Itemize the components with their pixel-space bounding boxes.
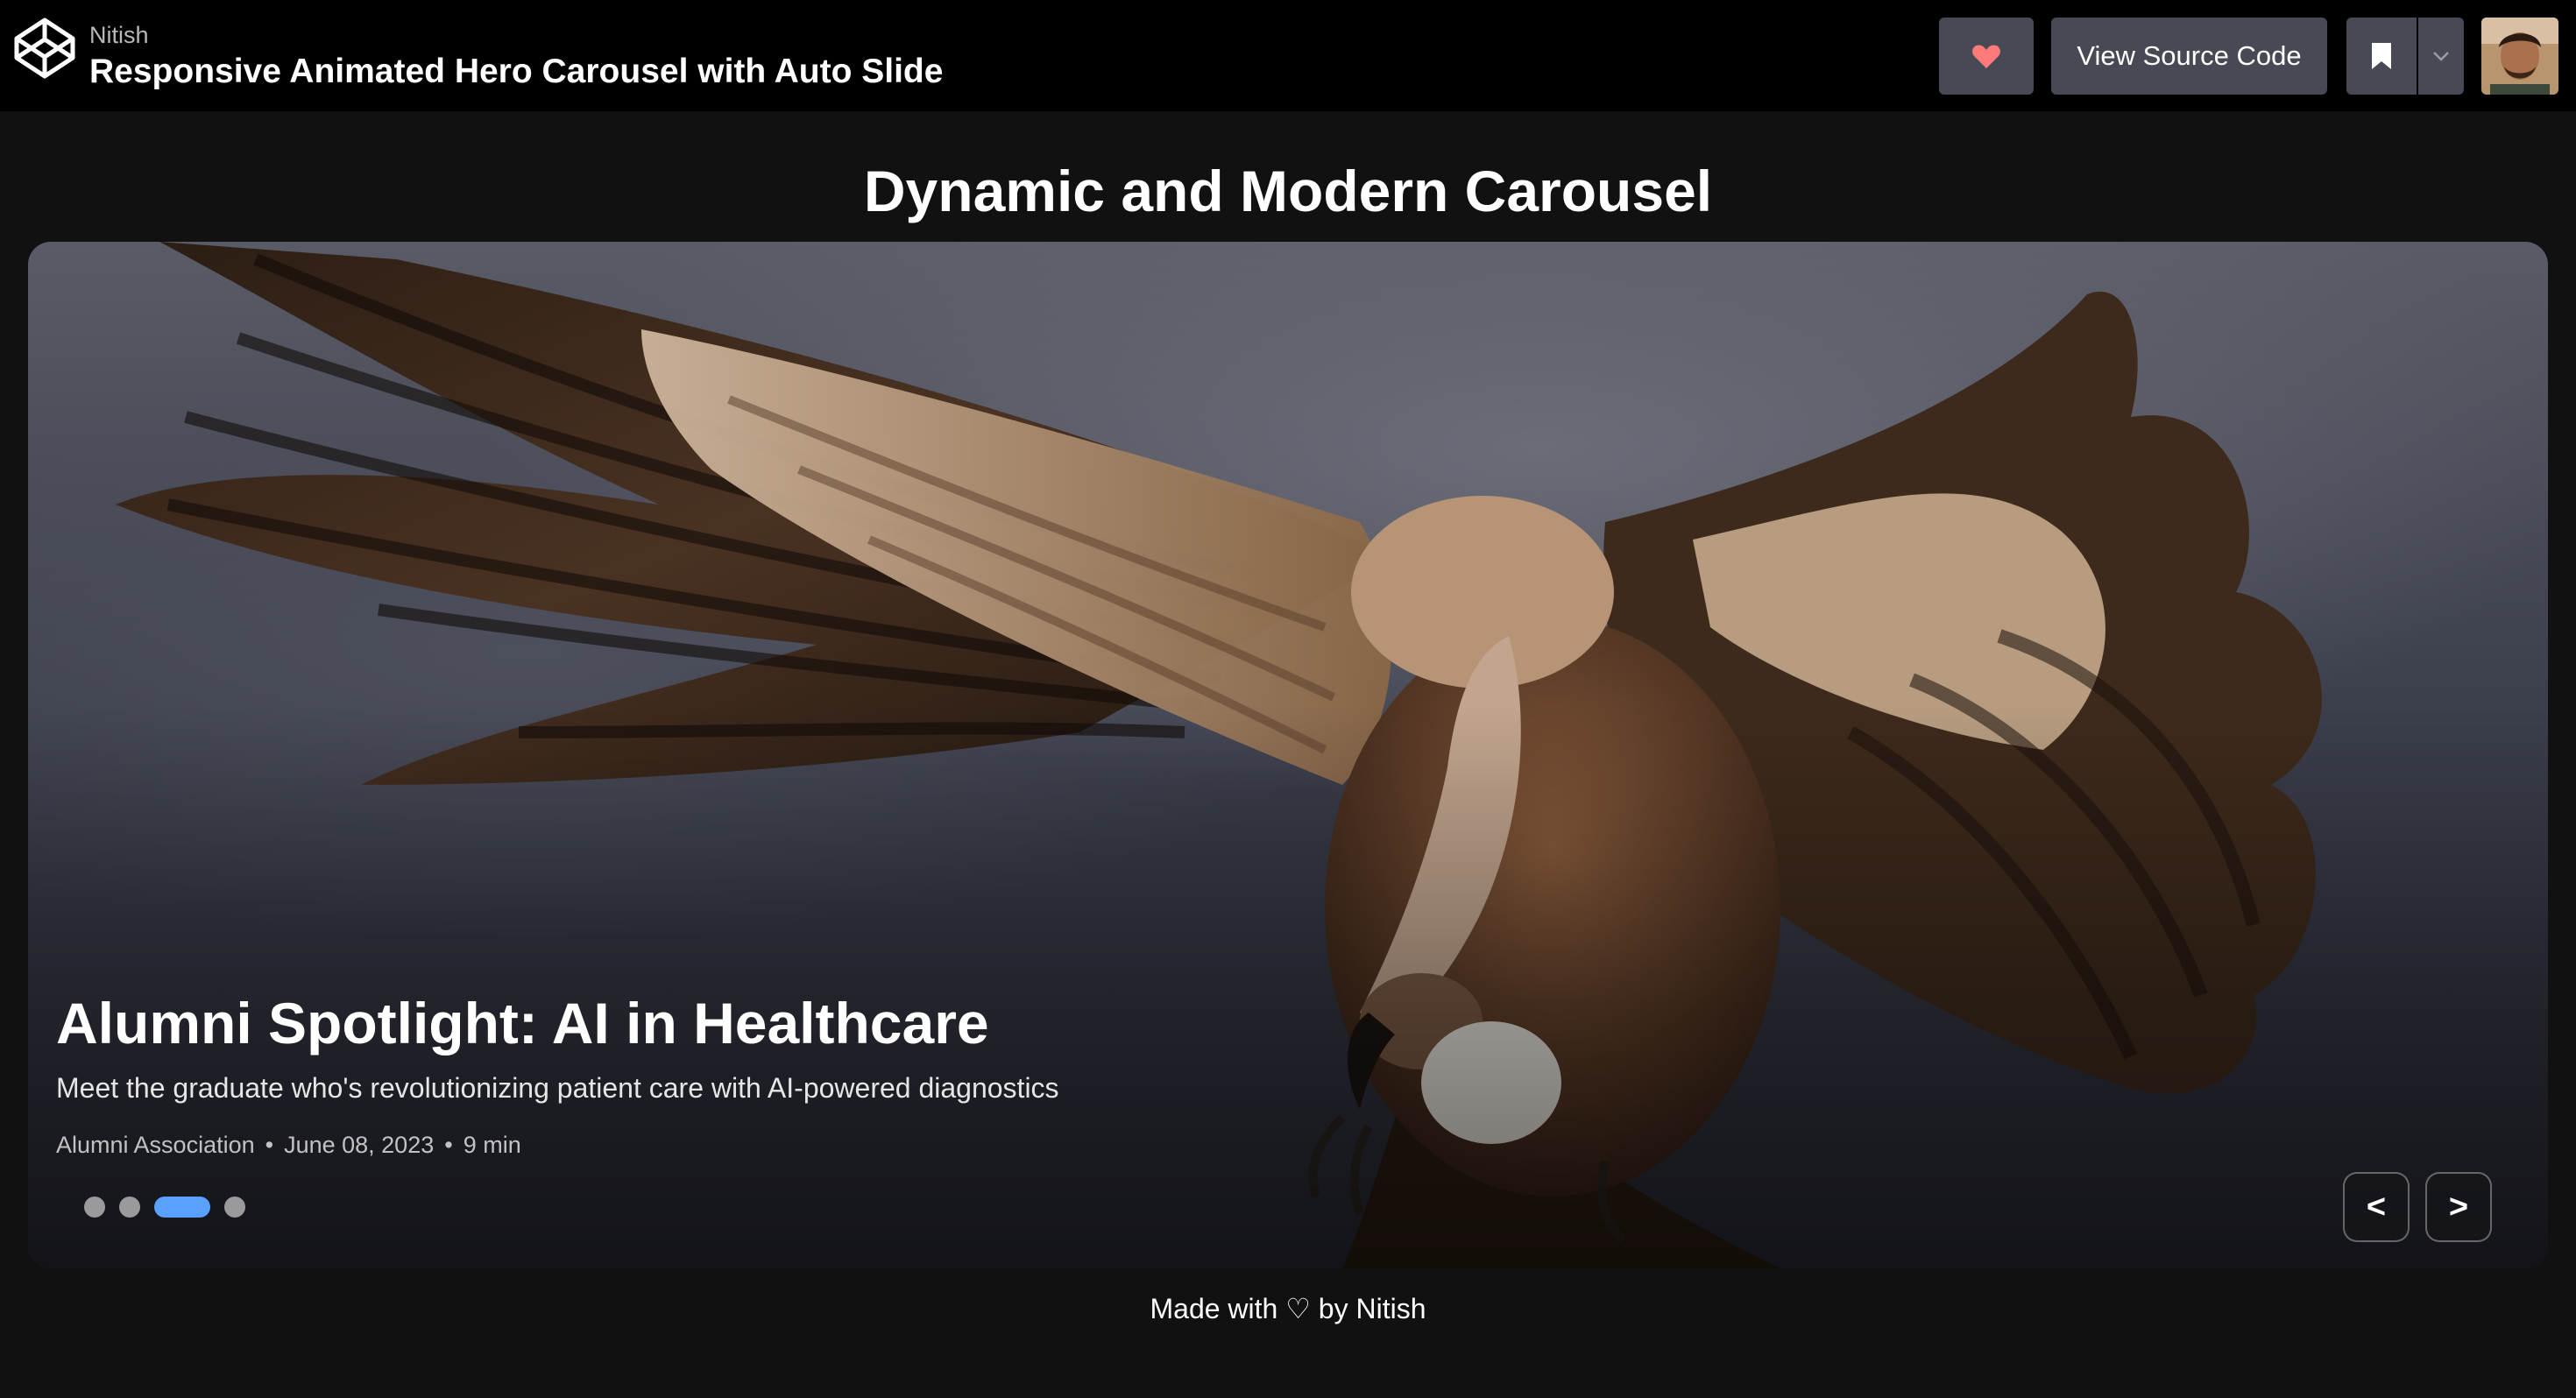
carousel-dot-2[interactable] bbox=[119, 1197, 140, 1218]
carousel-dot-3[interactable] bbox=[154, 1197, 210, 1218]
pen-title-block: Nitish Responsive Animated Hero Carousel… bbox=[89, 21, 943, 93]
slide-date: June 08, 2023 bbox=[284, 1132, 435, 1158]
user-avatar[interactable] bbox=[2481, 18, 2558, 95]
bookmark-button[interactable] bbox=[2346, 18, 2417, 95]
meta-separator: • bbox=[265, 1132, 274, 1158]
slide-source: Alumni Association bbox=[56, 1132, 255, 1158]
slide-meta: Alumni Association • June 08, 2023 • 9 m… bbox=[56, 1130, 521, 1160]
hero-carousel bbox=[28, 242, 2548, 1268]
codepen-logo-icon[interactable] bbox=[12, 16, 77, 81]
heart-icon bbox=[1972, 45, 2000, 68]
carousel-prev-button[interactable]: < bbox=[2343, 1172, 2410, 1242]
pen-title: Responsive Animated Hero Carousel with A… bbox=[89, 53, 944, 90]
footer-credit: Made with ♡ by Nitish bbox=[1150, 1293, 1426, 1324]
carousel-indicators bbox=[84, 1197, 245, 1218]
bookmark-icon bbox=[2372, 43, 2391, 69]
slide-overlay bbox=[28, 242, 2548, 1268]
slide-subtitle: Meet the graduate who's revolutionizing … bbox=[56, 1072, 1059, 1104]
bookmark-dropdown-button[interactable] bbox=[2418, 18, 2464, 95]
like-button[interactable] bbox=[1939, 18, 2034, 95]
page-heading: Dynamic and Modern Carousel bbox=[863, 159, 1713, 223]
carousel-dot-4[interactable] bbox=[224, 1197, 245, 1218]
chevron-down-icon bbox=[2433, 52, 2449, 61]
view-source-button[interactable]: View Source Code bbox=[2051, 18, 2327, 95]
carousel-next-button[interactable]: > bbox=[2425, 1172, 2492, 1242]
author-name[interactable]: Nitish bbox=[89, 21, 943, 49]
slide-title: Alumni Spotlight: AI in Healthcare bbox=[56, 991, 989, 1056]
carousel-dot-1[interactable] bbox=[84, 1197, 105, 1218]
avatar-portrait-icon bbox=[2481, 18, 2558, 95]
slide-read-time: 9 min bbox=[463, 1132, 521, 1158]
codepen-header: Nitish Responsive Animated Hero Carousel… bbox=[0, 0, 2576, 111]
meta-separator: • bbox=[444, 1132, 453, 1158]
